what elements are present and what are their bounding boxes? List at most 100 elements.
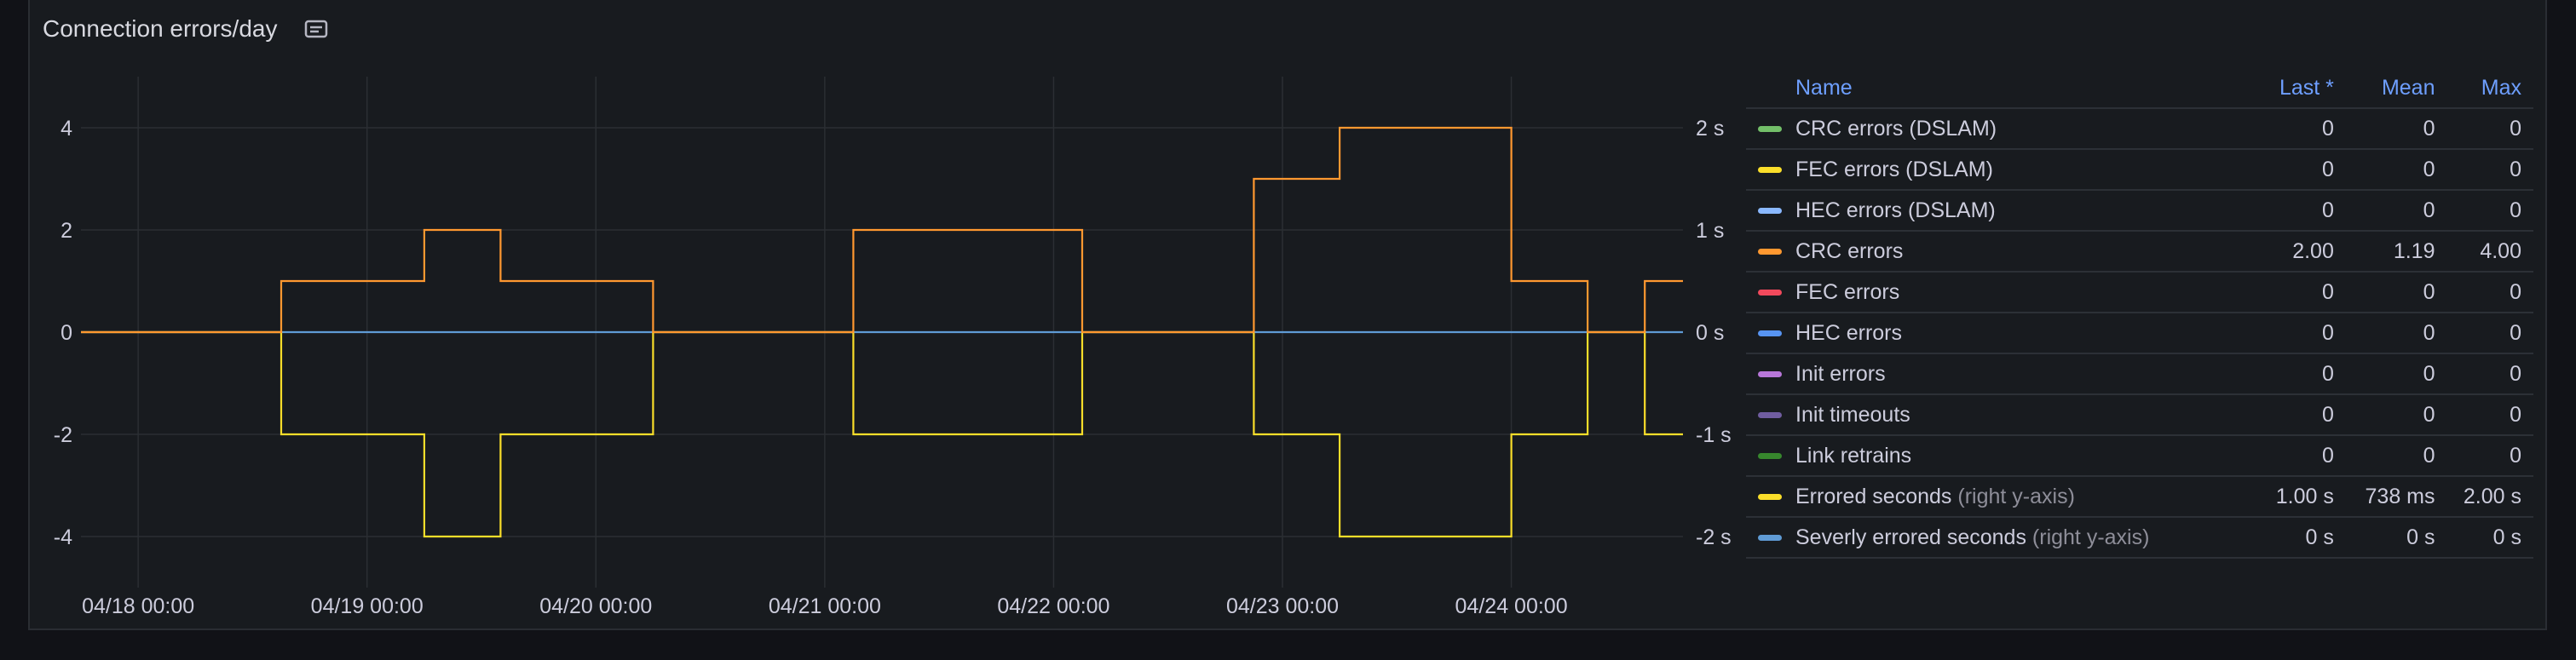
legend-max-value: 0 — [2446, 190, 2533, 232]
legend-header-last[interactable]: Last * — [2259, 68, 2346, 109]
legend-series-name[interactable]: Init errors — [1746, 353, 2260, 395]
series-color-swatch[interactable] — [1758, 453, 1782, 460]
x-tick-label: 04/19 00:00 — [311, 594, 424, 618]
legend-last-value: 0 — [2259, 353, 2346, 395]
legend-mean-value: 738 ms — [2345, 476, 2447, 518]
y-tick-label-right: -1 s — [1696, 423, 1732, 447]
legend-row[interactable]: Init timeouts 0 0 0 — [1746, 394, 2533, 436]
legend-row[interactable]: FEC errors (DSLAM) 0 0 0 — [1746, 149, 2533, 191]
x-tick-label: 04/20 00:00 — [539, 594, 652, 618]
legend-last-value: 0 — [2259, 108, 2346, 150]
legend-last-value: 0 — [2259, 190, 2346, 232]
legend-series-label: CRC errors (DSLAM) — [1795, 116, 1997, 141]
legend-row[interactable]: Link retrains 0 0 0 — [1746, 435, 2533, 477]
legend-series-name[interactable]: Link retrains — [1746, 435, 2260, 477]
legend-last-value: 0 — [2259, 435, 2346, 477]
legend-row[interactable]: CRC errors 2.00 1.19 4.00 — [1746, 231, 2533, 273]
legend-series-name[interactable]: HEC errors — [1746, 313, 2260, 354]
series-color-swatch[interactable] — [1758, 290, 1782, 296]
legend-series-label: HEC errors — [1795, 320, 1903, 345]
legend-row[interactable]: CRC errors (DSLAM) 0 0 0 — [1746, 108, 2533, 150]
legend-series-name[interactable]: HEC errors (DSLAM) — [1746, 190, 2260, 232]
legend-last-value: 0 s — [2259, 517, 2346, 559]
series-color-swatch[interactable] — [1758, 126, 1782, 133]
legend-row[interactable]: HEC errors 0 0 0 — [1746, 313, 2533, 354]
legend-max-value: 0 — [2446, 313, 2533, 354]
legend-mean-value: 0 s — [2345, 517, 2447, 559]
legend-header-mean[interactable]: Mean — [2345, 68, 2447, 109]
y-tick-label-left: 0 — [61, 321, 72, 345]
legend-header-row: Name Last * Mean Max — [1746, 68, 2533, 109]
series-color-swatch[interactable] — [1758, 494, 1782, 501]
legend-mean-value: 1.19 — [2345, 231, 2447, 273]
legend-mean-value: 0 — [2345, 108, 2447, 150]
legend-max-value: 0 — [2446, 149, 2533, 191]
legend-series-name[interactable]: CRC errors (DSLAM) — [1746, 108, 2260, 150]
y-tick-label-right: -2 s — [1696, 525, 1732, 549]
legend-row[interactable]: FEC errors 0 0 0 — [1746, 272, 2533, 313]
x-tick-label: 04/18 00:00 — [82, 594, 194, 618]
series-color-swatch[interactable] — [1758, 167, 1782, 174]
legend-series-label: HEC errors (DSLAM) — [1795, 198, 1996, 222]
series-color-swatch[interactable] — [1758, 208, 1782, 215]
y-tick-label-left: -4 — [54, 525, 72, 549]
y-tick-label-left: -2 — [54, 423, 72, 447]
legend-mean-value: 0 — [2345, 313, 2447, 354]
legend-max-value: 4.00 — [2446, 231, 2533, 273]
legend-row[interactable]: Init errors 0 0 0 — [1746, 353, 2533, 395]
legend-series-label: Errored seconds — [1795, 484, 1952, 508]
series-color-swatch[interactable] — [1758, 249, 1782, 255]
legend-series-label: FEC errors — [1795, 279, 1900, 304]
legend-mean-value: 0 — [2345, 149, 2447, 191]
panel: Connection errors/day 4 2 0 -2 -4 2 s1 s0 s -1… — [28, 0, 2547, 630]
legend-mean-value: 0 — [2345, 272, 2447, 313]
series-color-swatch[interactable] — [1758, 371, 1782, 378]
legend-axis-note: (right y-axis) — [2031, 525, 2150, 549]
legend-row[interactable]: Severly errored seconds (right y-axis) 0 … — [1746, 517, 2533, 559]
legend-series-label: Init timeouts — [1795, 402, 1910, 427]
legend-series-name[interactable]: Init timeouts — [1746, 394, 2260, 436]
time-series-chart[interactable]: 4 2 0 -2 -4 2 s 1 s 0 s -1 s -2 s 04/18 00:00 04/19… — [30, 0, 1743, 630]
legend-last-value: 0 — [2259, 313, 2346, 354]
legend-header-max[interactable]: Max — [2446, 68, 2533, 109]
series-color-swatch[interactable] — [1758, 535, 1782, 542]
legend-series-name[interactable]: Severly errored seconds (right y-axis) — [1746, 517, 2260, 559]
legend-table: Name Last * Mean Max CRC errors (DSLAM) 0… — [1746, 68, 2533, 559]
legend-series-name[interactable]: Errored seconds (right y-axis) — [1746, 476, 2260, 518]
y-tick-label-left: 2 — [61, 219, 72, 243]
legend-series-name[interactable]: CRC errors — [1746, 231, 2260, 273]
legend-max-value: 0 — [2446, 108, 2533, 150]
legend-mean-value: 0 — [2345, 394, 2447, 436]
legend-series-label: Init errors — [1795, 361, 1886, 386]
legend-mean-value: 0 — [2345, 435, 2447, 477]
x-tick-label: 04/21 00:00 — [769, 594, 881, 618]
legend-row[interactable]: Errored seconds (right y-axis) 1.00 s 738 … — [1746, 476, 2533, 518]
legend-series-name[interactable]: FEC errors (DSLAM) — [1746, 149, 2260, 191]
x-tick-label: 04/22 00:00 — [997, 594, 1109, 618]
legend-max-value: 2.00 s — [2446, 476, 2533, 518]
legend-mean-value: 0 — [2345, 353, 2447, 395]
legend-last-value: 0 — [2259, 394, 2346, 436]
legend-series-label: CRC errors — [1795, 238, 1904, 263]
legend-last-value: 0 — [2259, 272, 2346, 313]
series-color-swatch[interactable] — [1758, 330, 1782, 337]
legend-row[interactable]: HEC errors (DSLAM) 0 0 0 — [1746, 190, 2533, 232]
legend-last-value: 2.00 — [2259, 231, 2346, 273]
legend-series-label: Severly errored seconds — [1795, 525, 2026, 549]
y-tick-label-left: 4 — [61, 117, 72, 141]
legend-max-value: 0 s — [2446, 517, 2533, 559]
legend-axis-note: (right y-axis) — [1957, 484, 2075, 508]
y-tick-label-right: 2 s — [1696, 117, 1724, 141]
legend-mean-value: 0 — [2345, 190, 2447, 232]
legend-series-name[interactable]: FEC errors — [1746, 272, 2260, 313]
legend-max-value: 0 — [2446, 435, 2533, 477]
x-tick-label: 04/23 00:00 — [1226, 594, 1339, 618]
legend-last-value: 1.00 s — [2259, 476, 2346, 518]
legend-last-value: 0 — [2259, 149, 2346, 191]
series-color-swatch[interactable] — [1758, 412, 1782, 419]
legend-max-value: 0 — [2446, 272, 2533, 313]
legend-series-label: FEC errors (DSLAM) — [1795, 157, 1993, 181]
y-tick-label-right: 0 s — [1696, 321, 1724, 345]
legend-max-value: 0 — [2446, 353, 2533, 395]
legend-header-name[interactable]: Name — [1746, 68, 2260, 109]
